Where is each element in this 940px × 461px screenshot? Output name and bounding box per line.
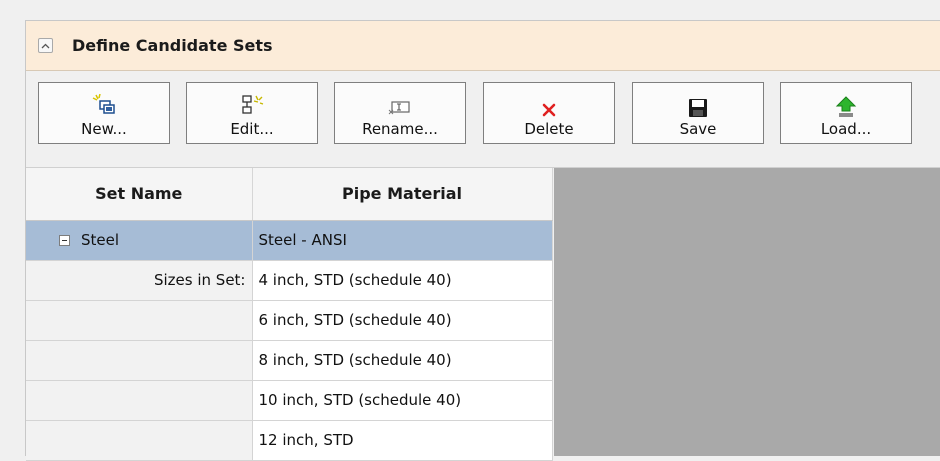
table-row[interactable]: 12 inch, STD: [26, 420, 553, 461]
red-x-icon: [542, 103, 556, 117]
table-row[interactable]: Sizes in Set: 4 inch, STD (schedule 40): [26, 260, 553, 301]
empty-cell: [26, 420, 253, 461]
grid-header-row: Set Name Pipe Material: [26, 168, 553, 221]
rename-button[interactable]: Rename...: [334, 82, 466, 144]
delete-button[interactable]: Delete: [483, 82, 615, 144]
edit-set-icon: [242, 95, 264, 114]
table-row[interactable]: 10 inch, STD (schedule 40): [26, 380, 553, 421]
edit-label: Edit...: [230, 120, 274, 138]
rename-icon: [388, 101, 410, 115]
green-up-arrow-icon: [835, 96, 857, 117]
column-header-pipe-material[interactable]: Pipe Material: [252, 168, 553, 221]
size-cell[interactable]: 12 inch, STD: [252, 420, 553, 461]
column-header-set-name[interactable]: Set Name: [26, 168, 253, 221]
load-label: Load...: [820, 120, 872, 138]
save-label: Save: [679, 120, 717, 138]
size-cell[interactable]: 4 inch, STD (schedule 40): [252, 260, 553, 301]
panel-header: Define Candidate Sets: [26, 21, 940, 71]
table-row[interactable]: Steel Steel - ANSI: [26, 220, 553, 261]
rename-label: Rename...: [362, 120, 438, 138]
empty-cell: [26, 300, 253, 341]
table-row[interactable]: 6 inch, STD (schedule 40): [26, 300, 553, 341]
sizes-in-set-label: Sizes in Set:: [26, 260, 253, 301]
empty-cell: [26, 380, 253, 421]
size-cell[interactable]: 8 inch, STD (schedule 40): [252, 340, 553, 381]
set-name-cell[interactable]: Steel: [26, 220, 253, 261]
candidate-sets-grid: Set Name Pipe Material Steel Steel - ANS…: [26, 168, 553, 461]
panel-title: Define Candidate Sets: [72, 36, 273, 55]
set-name: Steel: [81, 231, 120, 249]
size-cell[interactable]: 10 inch, STD (schedule 40): [252, 380, 553, 421]
empty-grid-area: [554, 168, 940, 456]
empty-cell: [26, 340, 253, 381]
new-label: New...: [81, 120, 127, 138]
pipe-material-cell[interactable]: Steel - ANSI: [252, 220, 553, 261]
table-row[interactable]: 8 inch, STD (schedule 40): [26, 340, 553, 381]
size-cell[interactable]: 6 inch, STD (schedule 40): [252, 300, 553, 341]
toolbar: New... Edit... Rename... Delete Save Loa…: [26, 71, 940, 168]
chevron-up-icon: [41, 43, 50, 48]
delete-label: Delete: [524, 120, 574, 138]
collapse-button[interactable]: [38, 38, 53, 53]
edit-button[interactable]: Edit...: [186, 82, 318, 144]
floppy-disk-icon: [689, 99, 707, 117]
new-set-icon: [92, 94, 115, 114]
new-button[interactable]: New...: [38, 82, 170, 144]
define-candidate-sets-panel: Define Candidate Sets New... Edit... Ren…: [25, 20, 940, 461]
collapse-tree-icon[interactable]: [59, 235, 70, 246]
load-button[interactable]: Load...: [780, 82, 912, 144]
save-button[interactable]: Save: [632, 82, 764, 144]
